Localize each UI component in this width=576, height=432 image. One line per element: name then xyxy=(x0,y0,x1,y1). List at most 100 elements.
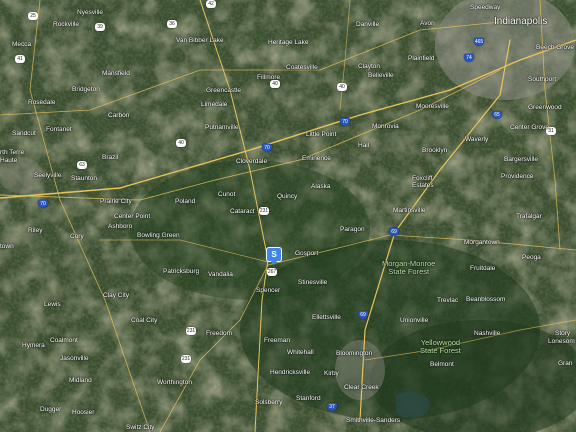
forest-label: Yellowwood State Forest xyxy=(420,338,461,355)
place-label: Unionville xyxy=(400,317,429,324)
place-label: Greenwood xyxy=(528,104,562,111)
place-label: Coatesville xyxy=(286,64,318,71)
place-label: Brazil xyxy=(102,154,119,161)
place-label: Lewis xyxy=(44,301,61,308)
place-label: Fruitdale xyxy=(470,265,496,272)
place-label: Trevlac xyxy=(437,297,459,304)
place-label: Peoga xyxy=(522,254,541,261)
place-label: town xyxy=(0,243,14,250)
place-label: Carbon xyxy=(108,112,130,119)
route-shield: 63 xyxy=(77,161,87,169)
place-label: Rockville xyxy=(53,21,80,28)
place-label: Speedway xyxy=(470,4,501,11)
route-shield: 36 xyxy=(167,20,177,28)
place-label: Bridgeton xyxy=(72,86,100,93)
place-label: Stanford xyxy=(296,395,321,402)
route-shield: 231 xyxy=(181,355,191,363)
place-label: Story xyxy=(555,330,571,337)
place-label: Smithville-Sanders xyxy=(346,417,401,424)
place-label: Quincy xyxy=(277,193,298,200)
place-label: Hoosier xyxy=(72,409,95,416)
place-label: Worthington xyxy=(157,379,192,386)
place-label: Beanblossom xyxy=(466,296,506,303)
place-label: Fillmore xyxy=(257,74,281,81)
place-label: Rosedale xyxy=(28,99,56,106)
place-label: Solsberry xyxy=(255,399,283,406)
route-shield: 41 xyxy=(15,55,25,63)
place-label: Nyesville xyxy=(77,9,104,16)
place-label: Midland xyxy=(69,377,92,384)
place-label: Seelyville xyxy=(34,172,62,179)
place-label: Providence xyxy=(501,173,534,180)
place-label: Van Bibber Lake xyxy=(176,37,224,44)
place-label: Hendricksville xyxy=(270,369,311,376)
place-label: Mansfield xyxy=(102,70,130,77)
place-label: Limedale xyxy=(201,101,228,108)
place-label: Cloverdale xyxy=(236,158,268,165)
place-label: Danville xyxy=(356,21,380,28)
place-label: Southport xyxy=(528,76,557,83)
place-label: Center Point xyxy=(114,213,151,220)
place-label: rth Terre xyxy=(0,149,25,156)
route-shield: 40 xyxy=(176,139,186,147)
place-label: Freedom xyxy=(206,330,233,337)
place-label: Cory xyxy=(70,233,84,240)
location-marker[interactable]: S xyxy=(266,247,282,265)
route-shield: 39 xyxy=(95,23,105,31)
place-label: Brooklyn xyxy=(422,147,448,154)
place-label: Haute xyxy=(0,157,18,164)
place-label: Indianapolis xyxy=(494,16,548,27)
place-label: Spencer xyxy=(256,287,281,294)
route-shield: 40 xyxy=(337,83,347,91)
place-label: Paragon xyxy=(340,226,365,233)
place-label: Whitehall xyxy=(287,349,314,356)
place-label: Monrovia xyxy=(372,123,399,130)
place-label: Staunton xyxy=(71,175,98,182)
place-label: Patricksburg xyxy=(163,268,200,275)
route-shield: 267 xyxy=(267,268,277,276)
place-label: Mooresville xyxy=(416,103,449,110)
place-label: Morgantown xyxy=(464,239,500,246)
place-label: Poland xyxy=(175,198,196,205)
place-label: Freeman xyxy=(264,337,291,344)
place-label: Clay City xyxy=(103,292,130,299)
place-label: Little Point xyxy=(306,131,337,138)
forest-label: Morgan-Monroe State Forest xyxy=(382,259,436,276)
place-label: Bowling Green xyxy=(137,232,180,239)
place-label: Gosport xyxy=(295,250,319,257)
place-label: Foxcliff Estates xyxy=(412,175,434,189)
place-label: Ashboro xyxy=(108,223,133,230)
place-label: Belleville xyxy=(368,72,394,79)
place-label: Beech Grove xyxy=(536,44,574,51)
place-label: Putnamville xyxy=(205,124,239,131)
place-label: Jasonville xyxy=(60,355,89,362)
place-label: Bargersville xyxy=(504,156,538,163)
place-label: Hall xyxy=(358,142,370,149)
place-label: Heritage Lake xyxy=(268,39,309,46)
place-label: Nashville xyxy=(474,330,501,337)
place-label: Lonesom xyxy=(548,338,575,345)
place-label: Kirby xyxy=(324,370,339,377)
place-label: Gran xyxy=(558,360,573,367)
place-label: Sandcut xyxy=(12,130,36,137)
place-label: Riley xyxy=(28,227,43,234)
place-label: Vandalia xyxy=(208,271,233,278)
place-label: Fontanet xyxy=(46,126,72,133)
place-label: Waverly xyxy=(465,136,489,143)
route-shield: 25 xyxy=(28,12,38,20)
place-label: Clayton xyxy=(358,63,381,70)
place-label: Plainfield xyxy=(408,55,435,62)
place-label: Trafalgar xyxy=(516,213,542,220)
place-label: Stinesville xyxy=(298,279,328,286)
place-label: Bloomington xyxy=(336,350,373,357)
place-label: Coal City xyxy=(131,317,158,324)
place-label: Cunot xyxy=(218,191,236,198)
route-shield: 231 xyxy=(186,327,196,335)
place-label: Avon xyxy=(420,20,435,27)
route-shield: 231 xyxy=(259,207,269,215)
place-label: Belmont xyxy=(430,361,454,368)
satellite-map[interactable]: 36 39 41 25 40 40 40 63 42 70 70 70 465 … xyxy=(0,0,576,432)
place-label: Cataract xyxy=(230,208,255,215)
route-shield: 40 xyxy=(270,80,280,88)
place-label: Ellettsville xyxy=(312,314,341,321)
